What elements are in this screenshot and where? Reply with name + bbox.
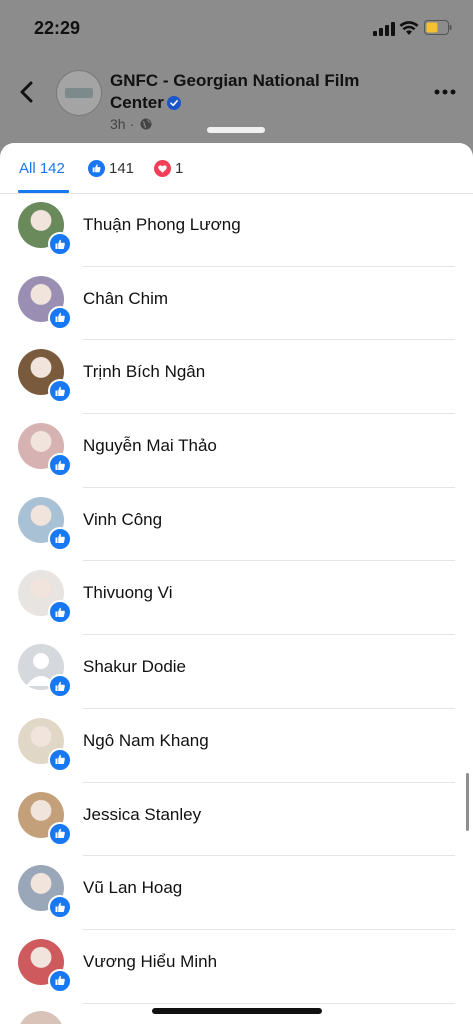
list-item[interactable]: Chân Chim <box>0 267 473 341</box>
verified-badge-icon <box>166 96 181 110</box>
page-name: GNFC - Georgian National Film Center <box>110 71 360 112</box>
battery-icon <box>424 20 452 35</box>
reactor-name[interactable]: Ngô Nam Khang <box>83 731 209 751</box>
tab-all[interactable]: All 142 <box>19 160 65 177</box>
status-bar: 22:29 <box>0 0 473 56</box>
list-item[interactable]: Vinh Công <box>0 488 473 562</box>
sheet-grabber[interactable] <box>207 127 265 133</box>
meta-separator: · <box>129 116 135 132</box>
reactor-name[interactable]: Shakur Dodie <box>83 657 186 677</box>
list-item[interactable]: Nguyễn Mai Thảo <box>0 414 473 488</box>
list-item[interactable]: Thuận Phong Lương <box>0 193 473 267</box>
page-logo-avatar[interactable] <box>56 70 102 116</box>
like-badge-icon <box>48 821 72 846</box>
list-item[interactable]: Shakur Dodie <box>0 635 473 709</box>
like-badge-icon <box>48 968 72 993</box>
home-indicator[interactable] <box>152 1008 322 1014</box>
list-item[interactable]: Thivuong Vi <box>0 561 473 636</box>
like-badge-icon <box>48 526 72 551</box>
reactor-name[interactable]: Nguyễn Mai Thảo <box>83 436 217 456</box>
globe-icon <box>140 118 152 130</box>
reactions-sheet: All 142 141 1 Thuận Phong Lương Chân Chi… <box>0 143 473 1024</box>
like-badge-icon <box>48 600 72 625</box>
status-time: 22:29 <box>34 18 81 38</box>
tab-love-count: 1 <box>175 160 184 177</box>
like-badge-icon <box>48 379 72 404</box>
reaction-tabs: All 142 141 1 <box>0 143 473 194</box>
tab-like-count: 141 <box>109 160 135 177</box>
tab-like[interactable]: 141 <box>88 160 134 177</box>
reactor-name[interactable]: Trịnh Bích Ngân <box>83 362 205 382</box>
like-badge-icon <box>48 453 72 478</box>
reactor-name[interactable]: Vinh Công <box>83 510 162 530</box>
list-item[interactable]: Trịnh Bích Ngân <box>0 340 473 415</box>
list-item[interactable]: Vũ Lan Hoag <box>0 856 473 930</box>
like-badge-icon <box>48 895 72 920</box>
like-badge-icon <box>48 305 72 330</box>
tab-love[interactable]: 1 <box>154 160 183 177</box>
post-time: 3h <box>110 116 126 132</box>
more-options-icon[interactable] <box>434 89 456 95</box>
reactor-name[interactable]: Vương Hiểu Minh <box>83 952 217 972</box>
back-chevron-icon[interactable] <box>18 81 36 103</box>
like-badge-icon <box>48 747 72 772</box>
reactor-name[interactable]: Jessica Stanley <box>83 805 201 825</box>
reactor-name[interactable]: Chân Chim <box>83 289 168 309</box>
reactor-name[interactable]: Vũ Lan Hoag <box>83 878 182 898</box>
wifi-icon <box>399 21 419 35</box>
reactors-list: Thuận Phong Lương Chân Chim Trịnh Bích N… <box>0 193 473 1004</box>
post-meta: 3h · <box>110 116 152 132</box>
heart-icon <box>154 160 171 177</box>
like-badge-icon <box>48 674 72 699</box>
reactor-name[interactable]: Thivuong Vi <box>83 583 172 603</box>
list-item[interactable]: Jessica Stanley <box>0 783 473 857</box>
thumbs-up-icon <box>88 160 105 177</box>
list-item[interactable]: Ngô Nam Khang <box>0 709 473 783</box>
avatar-partial[interactable] <box>18 1011 64 1024</box>
tab-all-label: All 142 <box>19 160 65 177</box>
reactor-name[interactable]: Thuận Phong Lương <box>83 215 241 235</box>
divider <box>83 1002 455 1004</box>
page-name-link[interactable]: GNFC - Georgian National Film Center <box>110 70 410 114</box>
scrollbar[interactable] <box>466 773 469 831</box>
list-item[interactable]: Vương Hiểu Minh <box>0 930 473 1004</box>
cellular-signal-icon <box>373 22 395 36</box>
like-badge-icon <box>48 232 72 256</box>
